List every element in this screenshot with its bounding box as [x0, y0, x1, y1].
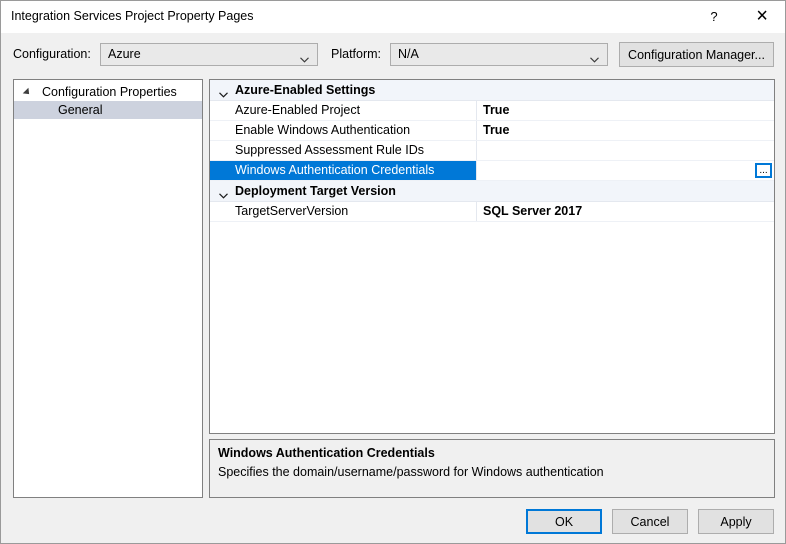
property-value[interactable]: True	[483, 103, 509, 117]
description-title: Windows Authentication Credentials	[218, 446, 435, 460]
description-pane: Windows Authentication Credentials Speci…	[209, 439, 775, 498]
configuration-label: Configuration:	[13, 47, 91, 61]
configuration-value: Azure	[108, 47, 141, 61]
property-category-row[interactable]: Deployment Target Version	[210, 181, 774, 202]
column-divider	[476, 101, 477, 120]
configuration-toolbar: Configuration: Azure Platform: N/A Confi…	[1, 33, 785, 75]
configuration-tree: Configuration Properties General	[13, 79, 203, 498]
property-row[interactable]: Windows Authentication Credentials...	[210, 161, 774, 181]
property-name: Azure-Enabled Project	[235, 103, 361, 117]
property-row[interactable]: TargetServerVersion SQL Server 2017	[210, 202, 774, 222]
ok-button[interactable]: OK	[526, 509, 602, 534]
column-divider	[476, 80, 477, 100]
column-divider	[476, 181, 477, 201]
property-row[interactable]: Suppressed Assessment Rule IDs	[210, 141, 774, 161]
help-icon[interactable]: ?	[691, 1, 737, 32]
chevron-down-icon	[300, 52, 309, 63]
property-name: TargetServerVersion	[235, 204, 349, 218]
property-value[interactable]: True	[483, 123, 509, 137]
property-name: Windows Authentication Credentials	[235, 163, 435, 177]
title-bar: Integration Services Project Property Pa…	[1, 1, 785, 34]
apply-button[interactable]: Apply	[698, 509, 774, 534]
window-title: Integration Services Project Property Pa…	[11, 9, 254, 23]
tree-item-label: General	[58, 103, 103, 117]
column-divider	[476, 161, 477, 180]
platform-dropdown[interactable]: N/A	[390, 43, 608, 66]
configuration-dropdown[interactable]: Azure	[100, 43, 318, 66]
property-name: Suppressed Assessment Rule IDs	[235, 143, 424, 157]
description-text: Specifies the domain/username/password f…	[218, 465, 604, 479]
property-category-label: Deployment Target Version	[235, 184, 396, 198]
platform-label: Platform:	[331, 47, 382, 61]
tree-item-configuration-properties[interactable]: Configuration Properties	[14, 83, 202, 101]
configuration-manager-button[interactable]: Configuration Manager...	[619, 42, 774, 67]
property-pages-dialog: Integration Services Project Property Pa…	[0, 0, 786, 544]
property-row[interactable]: Azure-Enabled Project True	[210, 101, 774, 121]
tree-item-label: Configuration Properties	[42, 85, 177, 99]
column-divider	[476, 121, 477, 140]
column-divider	[476, 141, 477, 160]
cancel-button[interactable]: Cancel	[612, 509, 688, 534]
property-grid-rows: Azure-Enabled Settings Azure-Enabled Proj…	[210, 80, 774, 222]
property-row[interactable]: Enable Windows Authentication True	[210, 121, 774, 141]
property-name: Enable Windows Authentication	[235, 123, 411, 137]
chevron-down-icon[interactable]	[219, 188, 228, 199]
property-value[interactable]: SQL Server 2017	[483, 204, 582, 218]
property-category-row[interactable]: Azure-Enabled Settings	[210, 80, 774, 101]
chevron-down-icon[interactable]	[219, 87, 228, 98]
chevron-down-icon	[590, 52, 599, 63]
close-glyph: ✕	[755, 7, 769, 26]
expander-triangle-icon[interactable]	[22, 87, 32, 97]
column-divider	[476, 202, 477, 221]
close-icon[interactable]: ✕	[739, 1, 785, 32]
platform-value: N/A	[398, 47, 419, 61]
browse-ellipsis-button[interactable]: ...	[755, 163, 772, 178]
tree-item-general[interactable]: General	[14, 101, 202, 119]
property-grid[interactable]: Azure-Enabled Settings Azure-Enabled Proj…	[209, 79, 775, 434]
property-category-label: Azure-Enabled Settings	[235, 83, 376, 97]
